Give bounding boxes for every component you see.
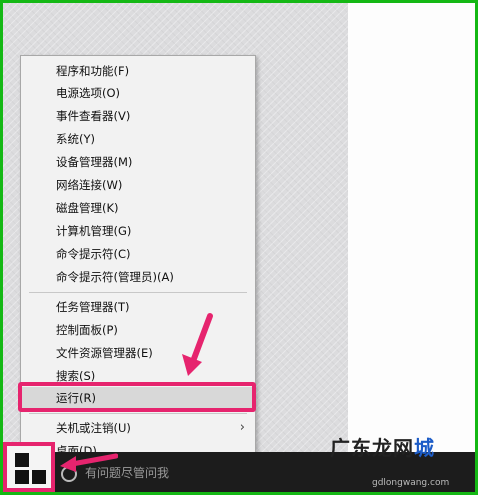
pointer-arrow-icon: [182, 313, 213, 376]
menu-item-network-connections[interactable]: 网络连接(W): [21, 174, 255, 196]
menu-divider: [29, 292, 247, 293]
menu-item-command-prompt[interactable]: 命令提示符(C): [21, 243, 255, 265]
menu-item-system[interactable]: 系统(Y): [21, 128, 255, 150]
menu-divider: [29, 413, 247, 414]
windows-logo-icon: [15, 453, 46, 484]
watermark-accent-text: 城: [414, 436, 435, 460]
menu-item-device-manager[interactable]: 设备管理器(M): [21, 151, 255, 173]
start-pointer-arrow-icon: [60, 453, 118, 472]
menu-item-disk-management[interactable]: 磁盘管理(K): [21, 197, 255, 219]
watermark-main-text: 广东龙网: [330, 436, 414, 460]
menu-item-computer-management[interactable]: 计算机管理(G): [21, 220, 255, 242]
site-watermark: 广东龙网城: [330, 432, 435, 461]
menu-item-command-prompt-admin[interactable]: 命令提示符(管理员)(A): [21, 266, 255, 288]
menu-item-programs-features[interactable]: 程序和功能(F): [21, 60, 255, 82]
blank-area: [348, 3, 475, 492]
menu-item-label: 关机或注销(U): [56, 421, 131, 435]
menu-item-power-options[interactable]: 电源选项(O): [21, 82, 255, 104]
run-highlight-box: [18, 382, 256, 412]
start-button[interactable]: [3, 442, 55, 492]
menu-item-shutdown-signout[interactable]: 关机或注销(U) ›: [21, 417, 255, 439]
watermark-url: gdlongwang.com: [372, 478, 450, 488]
chevron-right-icon: ›: [239, 420, 245, 435]
menu-item-event-viewer[interactable]: 事件查看器(V): [21, 105, 255, 127]
